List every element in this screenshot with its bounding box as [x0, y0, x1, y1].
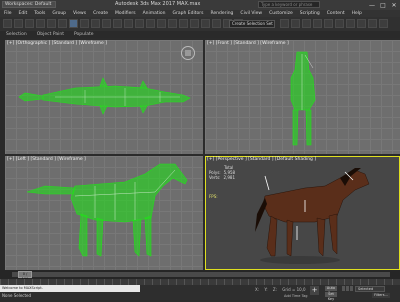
horse-shaded-perspective[interactable] — [205, 156, 400, 270]
menu-scripting[interactable]: Scripting — [300, 10, 320, 17]
material-editor-icon[interactable] — [335, 19, 344, 28]
menu-customize[interactable]: Customize — [269, 10, 293, 17]
window-crossing-icon[interactable] — [102, 19, 111, 28]
coordinate-display: X: Y: Z: Grid = 10,0 — [255, 287, 310, 292]
redo-icon[interactable] — [14, 19, 23, 28]
workspace-dropdown[interactable]: Workspaces: Default — [2, 1, 56, 8]
menu-group[interactable]: Group — [52, 10, 66, 17]
reference-coord-icon[interactable] — [146, 19, 155, 28]
rendered-frame-icon[interactable] — [357, 19, 366, 28]
layer-explorer-icon[interactable] — [302, 19, 311, 28]
x-label[interactable]: X: — [255, 287, 259, 292]
menu-graph-editors[interactable]: Graph Editors — [173, 10, 204, 17]
horse-wireframe-front[interactable] — [205, 40, 400, 154]
select-by-name-icon[interactable] — [80, 19, 89, 28]
menu-content[interactable]: Content — [327, 10, 345, 17]
pivot-center-icon[interactable] — [157, 19, 166, 28]
close-button[interactable]: ✕ — [390, 2, 398, 9]
undo-icon[interactable] — [3, 19, 12, 28]
maximize-button[interactable]: □ — [379, 2, 387, 9]
menu-edit[interactable]: Edit — [19, 10, 28, 17]
render-setup-icon[interactable] — [346, 19, 355, 28]
menu-civil-view[interactable]: Civil View — [240, 10, 262, 17]
menu-create[interactable]: Create — [93, 10, 108, 17]
previous-frame-icon[interactable] — [346, 286, 349, 291]
window-controls: — □ ✕ — [368, 0, 398, 10]
keyboard-shortcut-icon[interactable] — [179, 19, 188, 28]
align-icon[interactable] — [291, 19, 300, 28]
select-object-icon[interactable] — [69, 19, 78, 28]
y-label[interactable]: Y: — [264, 287, 267, 292]
tab-object-paint[interactable]: Object Paint — [37, 31, 64, 38]
add-time-tag-label[interactable]: Add Time Tag — [284, 294, 308, 298]
title-bar: Workspaces: Default Autodesk 3ds Max 201… — [0, 0, 400, 10]
select-manipulate-icon[interactable] — [168, 19, 177, 28]
snaps-toggle-icon[interactable] — [190, 19, 199, 28]
link-icon[interactable] — [25, 19, 34, 28]
schematic-view-icon[interactable] — [324, 19, 333, 28]
tab-selection[interactable]: Selection — [6, 31, 27, 38]
z-label[interactable]: Z: — [273, 287, 277, 292]
go-to-start-icon[interactable] — [342, 286, 345, 291]
menu-help[interactable]: Help — [352, 10, 362, 17]
ribbon: Selection Object Paint Populate — [0, 31, 400, 38]
minimize-button[interactable]: — — [368, 2, 376, 9]
playback-controls — [342, 286, 353, 291]
angle-snap-icon[interactable] — [201, 19, 210, 28]
rotate-icon[interactable] — [124, 19, 133, 28]
menu-tools[interactable]: Tools — [34, 10, 45, 17]
viewport-front[interactable]: [+] [Front ] [Standard ] [Wireframe ] — [205, 40, 400, 154]
viewport-perspective[interactable]: [+] [Perspective ] [Standard ] [Default … — [205, 156, 400, 270]
selection-status: None Selected — [2, 293, 32, 298]
scale-icon[interactable] — [135, 19, 144, 28]
window-title: Autodesk 3ds Max 2017 MAX.max — [115, 1, 201, 7]
bind-space-warp-icon[interactable] — [47, 19, 56, 28]
horse-wireframe-left[interactable] — [5, 156, 203, 270]
menu-rendering[interactable]: Rendering — [210, 10, 233, 17]
play-icon[interactable] — [350, 286, 353, 291]
move-icon[interactable] — [113, 19, 122, 28]
auto-key-button[interactable]: Auto Key — [325, 286, 337, 295]
menu-animation[interactable]: Animation — [143, 10, 166, 17]
status-bar: Welcome to MAXScript. None Selected X: Y… — [0, 285, 400, 301]
menu-bar: File Edit Tools Group Views Create Modif… — [0, 10, 400, 17]
add-time-tag-button[interactable]: + — [310, 286, 319, 295]
tab-populate[interactable]: Populate — [74, 31, 94, 38]
main-toolbar: Create Selection Set — [0, 17, 400, 31]
search-input[interactable]: Type a keyword or phrase — [258, 1, 320, 8]
menu-file[interactable]: File — [4, 10, 12, 17]
horse-wireframe-top[interactable] — [5, 40, 203, 154]
menu-modifiers[interactable]: Modifiers — [115, 10, 136, 17]
mirror-icon[interactable] — [280, 19, 289, 28]
selection-set-dropdown[interactable]: Create Selection Set — [229, 20, 275, 28]
menu-views[interactable]: Views — [73, 10, 86, 17]
time-slider[interactable]: 0 / 100 — [0, 270, 400, 281]
maxscript-listener[interactable]: Welcome to MAXScript. — [0, 285, 140, 292]
render-production-icon[interactable] — [368, 19, 377, 28]
viewport-top[interactable]: [+] [Orthographic ] [Standard ] [Wirefra… — [5, 40, 203, 154]
unlink-icon[interactable] — [36, 19, 45, 28]
key-filters-button[interactable]: Filters... — [372, 293, 390, 298]
time-slider-thumb[interactable]: 0 / 100 — [18, 271, 32, 281]
selection-filter-icon[interactable] — [58, 19, 67, 28]
percent-snap-icon[interactable] — [212, 19, 221, 28]
grid-label: Grid = 10,0 — [282, 287, 306, 292]
key-mode-dropdown[interactable]: Selected — [355, 286, 385, 292]
viewport-left[interactable]: [+] [Left ] [Standard ] [Wireframe ] — [5, 156, 203, 270]
time-slider-track[interactable] — [12, 272, 390, 277]
rectangle-selection-icon[interactable] — [91, 19, 100, 28]
render-iterative-icon[interactable] — [379, 19, 388, 28]
set-key-button[interactable]: Set Key — [325, 292, 337, 301]
curve-editor-icon[interactable] — [313, 19, 322, 28]
